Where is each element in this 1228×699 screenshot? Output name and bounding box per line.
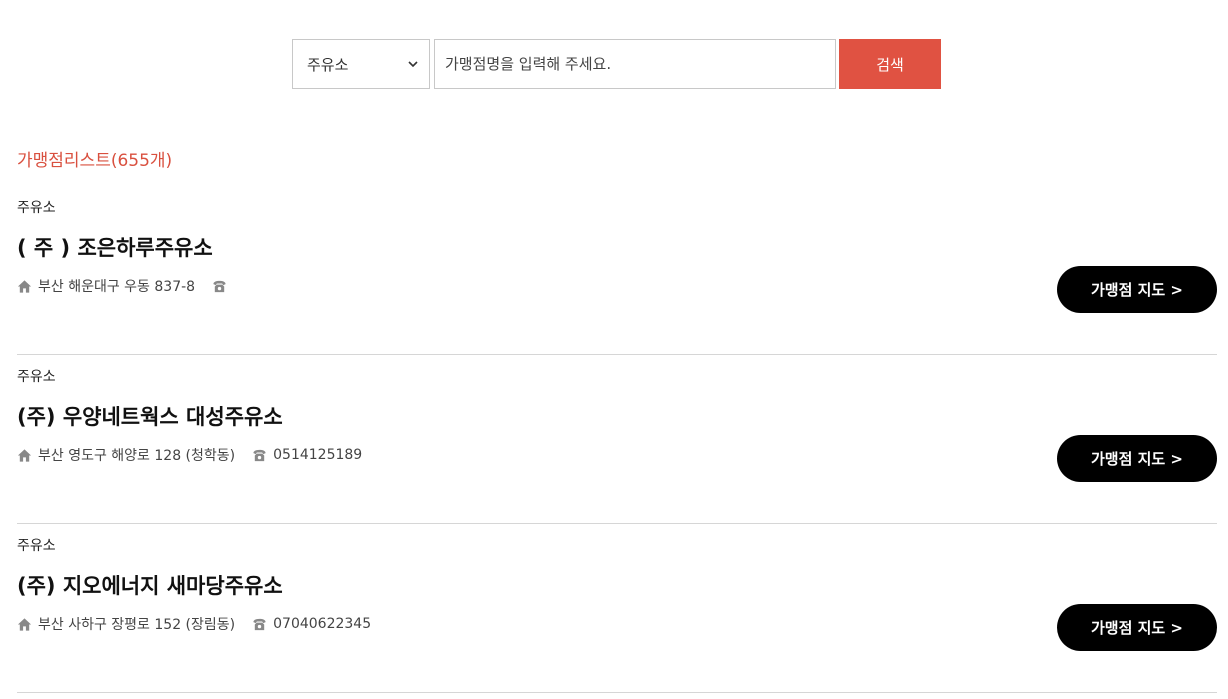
store-category: 주유소 <box>17 200 56 216</box>
store-item: 주유소 (주) 우양네트웍스 대성주유소 부산 영도구 해양로 128 (청학동… <box>17 355 1217 524</box>
store-item: 주유소 ( 주 ) 조은하루주유소 부산 해운대구 우동 837-8 가맹점 지… <box>17 186 1217 355</box>
store-address: 부산 사하구 장평로 152 (장림동) <box>38 617 236 633</box>
store-phone: 07040622345 <box>273 616 372 632</box>
chevron-down-icon <box>407 58 419 70</box>
store-list: 주유소 ( 주 ) 조은하루주유소 부산 해운대구 우동 837-8 가맹점 지… <box>17 186 1217 693</box>
search-button[interactable]: 검색 <box>839 39 941 89</box>
search-bar: 주유소 검색 <box>292 39 941 89</box>
store-map-button[interactable]: 가맹점 지도 > <box>1057 435 1217 482</box>
store-item: 주유소 (주) 지오에너지 새마당주유소 부산 사하구 장평로 152 (장림동… <box>17 524 1217 693</box>
category-select-value: 주유소 <box>307 55 349 74</box>
phone-icon <box>252 617 267 632</box>
page: 주유소 검색 가맹점리스트(655개) 주유소 ( 주 ) 조은하루주유소 부산… <box>0 0 1228 699</box>
phone-icon <box>212 279 227 294</box>
store-address: 부산 영도구 해양로 128 (청학동) <box>38 448 236 464</box>
home-icon <box>17 617 32 632</box>
list-heading: 가맹점리스트(655개) <box>17 151 173 171</box>
store-name: (주) 지오에너지 새마당주유소 <box>17 574 283 598</box>
store-phone: 0514125189 <box>273 447 363 463</box>
store-address: 부산 해운대구 우동 837-8 <box>38 279 196 295</box>
store-info: 부산 사하구 장평로 152 (장림동) 07040622345 <box>17 614 371 634</box>
store-map-button[interactable]: 가맹점 지도 > <box>1057 604 1217 651</box>
home-icon <box>17 279 32 294</box>
store-category: 주유소 <box>17 369 56 385</box>
store-info: 부산 영도구 해양로 128 (청학동) 0514125189 <box>17 445 362 465</box>
search-input[interactable] <box>434 39 836 89</box>
store-name: ( 주 ) 조은하루주유소 <box>17 236 213 260</box>
store-info: 부산 해운대구 우동 837-8 <box>17 276 233 296</box>
store-category: 주유소 <box>17 538 56 554</box>
phone-icon <box>252 448 267 463</box>
store-map-button[interactable]: 가맹점 지도 > <box>1057 266 1217 313</box>
home-icon <box>17 448 32 463</box>
store-name: (주) 우양네트웍스 대성주유소 <box>17 405 283 429</box>
category-select[interactable]: 주유소 <box>292 39 430 89</box>
